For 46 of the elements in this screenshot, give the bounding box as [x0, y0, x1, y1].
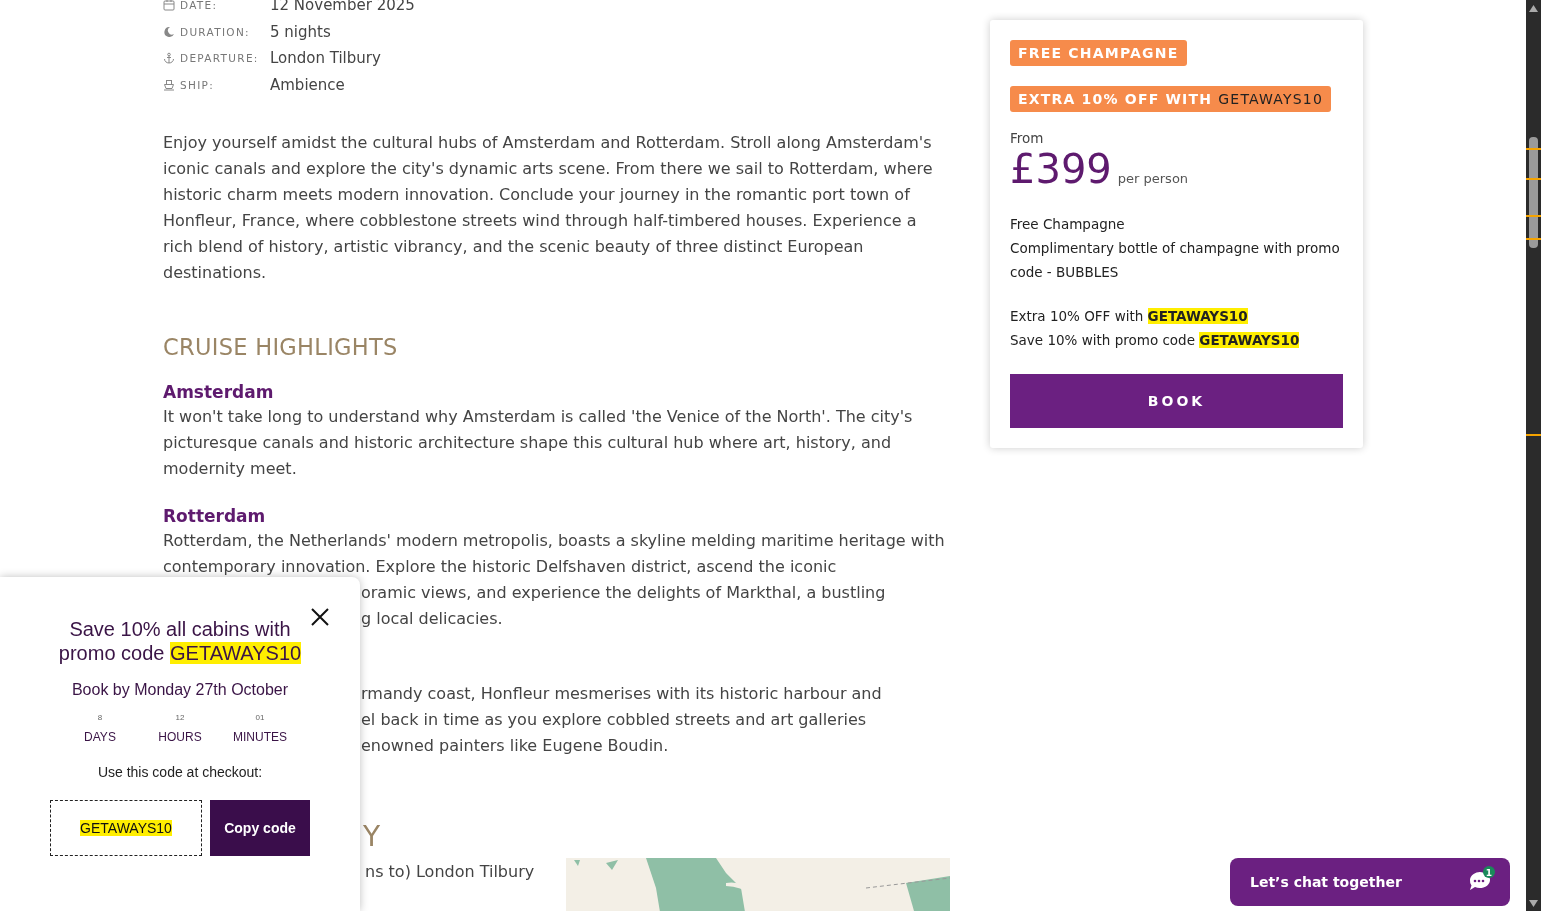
calendar-icon	[163, 0, 175, 12]
countdown-unit: MINUTES	[233, 730, 287, 744]
detail-label: DEPARTURE:	[180, 51, 259, 66]
scrollbar[interactable]	[1526, 0, 1541, 911]
deadline-text: Book by Monday 27th October	[70, 681, 290, 699]
highlight-heading: Rotterdam	[163, 505, 267, 528]
detail-label: SHIP:	[180, 77, 215, 93]
text-line: g local delicacies.	[361, 608, 503, 630]
ship-icon	[163, 78, 175, 91]
detail-value: 5 nights	[270, 21, 332, 43]
detail-value: London Tilbury	[270, 48, 382, 69]
price: £399	[1010, 146, 1112, 192]
text-line: oramic views, and experience the delights of Markthal, a bustling	[361, 582, 886, 604]
offer-badge: FREE CHAMPAGNE	[1010, 40, 1187, 66]
highlight-paragraph: It won't take long to understand why Amsterdam is called 'the Venice of the North'. The city's picturesque canals and historic architecture shape this cultural hub where art, history, and modernity meet.	[163, 406, 914, 480]
section-heading: CRUISE HIGHLIGHTS	[163, 334, 399, 360]
detail-value: Ambience	[270, 74, 346, 96]
text-line: rmandy coast, Honfleur mesmerises with its historic harbour and	[361, 683, 882, 705]
intro-paragraph: Enjoy yourself amidst the cultural hubs of Amsterdam and Rotterdam. Stroll along Amsterdam's iconic canals and explore the city's dynamic arts scene. From there we sail to Rotterdam, where historic charm meets modern innovation. Conclude your journey in the romantic port town of Honfleur, France, where cobblestone streets wind through half-timbered houses. Experience a rich blend of history, artistic vibrancy, and the scenic beauty of three distinct European destinations.	[163, 132, 934, 284]
copy-code-button[interactable]: Copy code	[210, 800, 310, 856]
anchor-icon	[163, 52, 175, 65]
countdown-unit: HOURS	[158, 730, 202, 744]
from-label: From	[1010, 130, 1045, 146]
countdown-value: 01	[255, 713, 265, 722]
price-unit: per person	[1117, 171, 1189, 186]
promo-code-field[interactable]: GETAWAYS10	[50, 800, 202, 856]
offer-badge: EXTRA 10% OFF WITH GETAWAYS10	[1010, 86, 1332, 112]
book-button[interactable]: BOOK	[1010, 374, 1343, 428]
countdown-value: 12	[175, 713, 185, 722]
itinerary-text: ns to) London Tilbury	[365, 861, 535, 883]
offer-title: Extra 10% OFF with GETAWAYS10	[1010, 307, 1249, 326]
detail-label: DATE:	[180, 0, 218, 13]
moon-icon	[163, 25, 175, 38]
text-line: enowned painters like Eugene Boudin.	[361, 735, 669, 757]
offer-text: Save 10% with promo code GETAWAYS10	[1010, 331, 1301, 350]
countdown-value: 8	[97, 713, 103, 722]
offer-title: Free Champagne	[1010, 215, 1126, 234]
instruction-text: Use this code at checkout:	[96, 764, 264, 780]
detail-label: DURATION:	[180, 24, 250, 40]
countdown-unit: DAYS	[84, 730, 116, 744]
section-heading: Y	[363, 819, 381, 855]
promo-headline: Save 10% all cabins with promo code GETAWAYS10	[57, 617, 303, 665]
text-line: el back in time as you explore cobbled streets and art galleries	[361, 709, 867, 731]
highlight-heading: Amsterdam	[163, 381, 275, 404]
offer-text: Complimentary bottle of champagne with promo code - BUBBLES	[1010, 239, 1341, 282]
chat-button[interactable]: Let’s chat together 1	[1230, 858, 1510, 906]
